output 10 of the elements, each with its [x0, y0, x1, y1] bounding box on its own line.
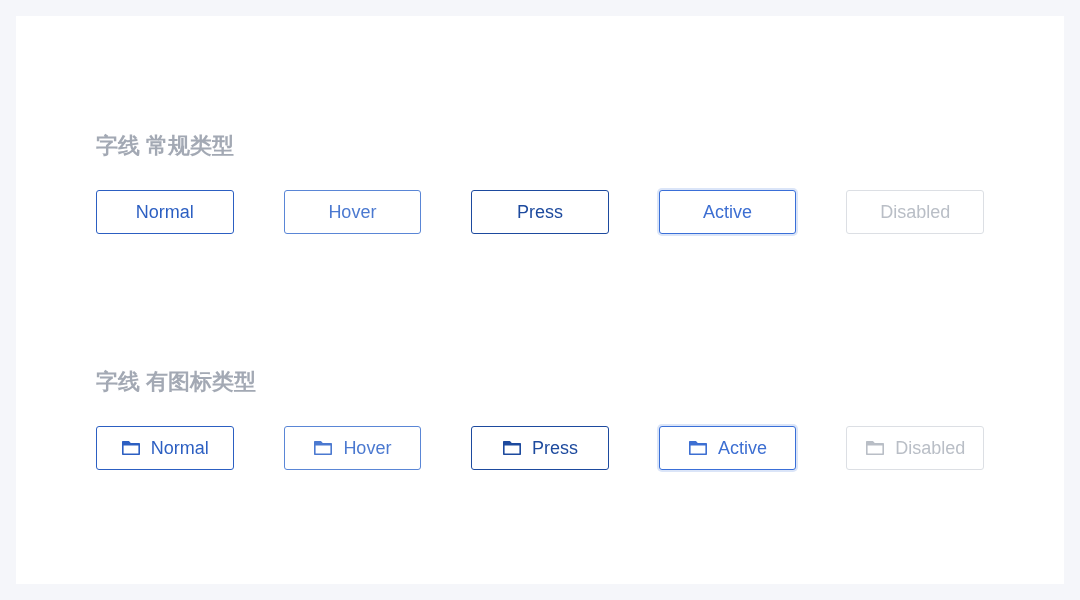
outline-button[interactable]: Active — [658, 190, 797, 234]
outline-button[interactable]: Hover — [283, 190, 422, 234]
outline-button[interactable]: Hover — [283, 426, 422, 470]
outline-button[interactable]: Normal — [96, 190, 234, 234]
section-title: 字线 常规类型 — [96, 132, 235, 160]
section-title: 字线 有图标类型 — [96, 368, 257, 396]
outline-button[interactable]: Normal — [96, 426, 234, 470]
outline-button[interactable]: Press — [471, 426, 609, 470]
outline-button[interactable]: Active — [658, 426, 797, 470]
outline-button[interactable]: Press — [471, 190, 609, 234]
